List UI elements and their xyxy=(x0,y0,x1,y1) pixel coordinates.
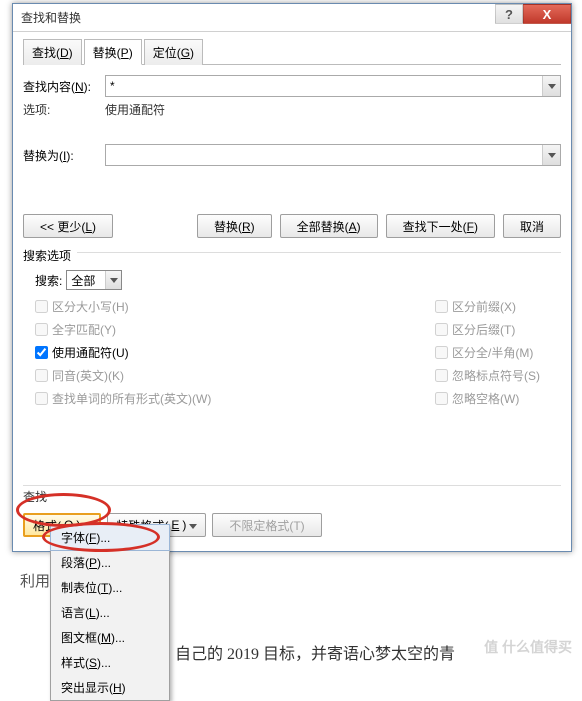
cb-fullwidth: 区分全/半角(M) xyxy=(435,344,540,361)
tabs: 查找(D) 替换(P) 定位(G) xyxy=(23,38,561,65)
menu-item-style[interactable]: 样式(S)... xyxy=(51,650,169,675)
background-text-line: 自己的 2019 目标，并寄语心梦太空的青 xyxy=(175,640,455,664)
search-direction-row: 搜索: 全部 xyxy=(35,270,561,290)
no-format-button: 不限定格式(T) xyxy=(212,513,321,537)
checkbox-col-left: 区分大小写(H) 全字匹配(Y) 使用通配符(U) 同音(英文)(K) 查找单词… xyxy=(35,298,435,407)
watermark: 值 什么值得买 xyxy=(484,637,572,657)
find-row: 查找内容(N): * xyxy=(23,75,561,97)
replace-dropdown-arrow[interactable] xyxy=(542,145,560,165)
cb-sounds-like: 同音(英文)(K) xyxy=(35,367,435,384)
tab-replace[interactable]: 替换(P) xyxy=(84,39,142,65)
chevron-down-icon xyxy=(189,518,197,532)
background-text-partial: 利用 xyxy=(20,570,50,591)
tab-find[interactable]: 查找(D) xyxy=(23,39,82,65)
cb-use-wildcards[interactable]: 使用通配符(U) xyxy=(35,344,435,361)
menu-item-paragraph[interactable]: 段落(P)... xyxy=(51,550,169,575)
cb-whole-word: 全字匹配(Y) xyxy=(35,321,435,338)
window-buttons: ? X xyxy=(495,4,571,31)
less-button[interactable]: << 更少(L) xyxy=(23,214,113,238)
cb-ignore-space: 忽略空格(W) xyxy=(435,390,540,407)
search-options-legend: 搜索选项 xyxy=(23,249,77,263)
search-direction-select[interactable]: 全部 xyxy=(66,270,122,290)
cancel-button[interactable]: 取消 xyxy=(503,214,561,238)
find-dropdown-arrow[interactable] xyxy=(542,76,560,96)
search-direction-label: 搜索: xyxy=(35,272,62,289)
find-input-combo[interactable]: * xyxy=(105,75,561,97)
menu-item-language[interactable]: 语言(L)... xyxy=(51,600,169,625)
options-label: 选项: xyxy=(23,101,105,118)
search-options-fieldset: 搜索选项 搜索: 全部 区分大小写(H) 全字匹配(Y) 使用通配符(U) 同音… xyxy=(23,252,561,415)
find-section-label: 查找 xyxy=(23,485,561,505)
options-value: 使用通配符 xyxy=(105,101,165,118)
chevron-down-icon[interactable] xyxy=(105,271,121,289)
checkbox-col-right: 区分前缀(X) 区分后缀(T) 区分全/半角(M) 忽略标点符号(S) 忽略空格… xyxy=(435,298,540,407)
find-input[interactable]: * xyxy=(106,79,542,93)
replace-row: 替换为(I): xyxy=(23,144,561,166)
cb-all-forms: 查找单词的所有形式(英文)(W) xyxy=(35,390,435,407)
close-button[interactable]: X xyxy=(523,4,571,24)
find-next-button[interactable]: 查找下一处(F) xyxy=(386,214,495,238)
replace-input-combo[interactable] xyxy=(105,144,561,166)
options-row: 选项: 使用通配符 xyxy=(23,101,561,118)
dialog-body: 查找(D) 替换(P) 定位(G) 查找内容(N): * 选项: 使用通配符 替… xyxy=(13,32,571,551)
dialog-title: 查找和替换 xyxy=(21,9,81,26)
replace-button[interactable]: 替换(R) xyxy=(197,214,272,238)
find-label: 查找内容(N): xyxy=(23,78,105,95)
checkbox-columns: 区分大小写(H) 全字匹配(Y) 使用通配符(U) 同音(英文)(K) 查找单词… xyxy=(35,298,561,407)
replace-label: 替换为(I): xyxy=(23,147,105,164)
tab-goto[interactable]: 定位(G) xyxy=(144,39,203,65)
replace-all-button[interactable]: 全部替换(A) xyxy=(280,214,378,238)
cb-ignore-punct: 忽略标点符号(S) xyxy=(435,367,540,384)
help-button[interactable]: ? xyxy=(495,4,523,24)
titlebar: 查找和替换 ? X xyxy=(13,4,571,32)
cb-match-case: 区分大小写(H) xyxy=(35,298,435,315)
cb-suffix: 区分后缀(T) xyxy=(435,321,540,338)
menu-item-font[interactable]: 字体(F)... xyxy=(51,525,169,550)
format-dropdown-menu: 字体(F)... 段落(P)... 制表位(T)... 语言(L)... 图文框… xyxy=(50,524,170,701)
cb-prefix: 区分前缀(X) xyxy=(435,298,540,315)
find-replace-dialog: 查找和替换 ? X 查找(D) 替换(P) 定位(G) 查找内容(N): * 选… xyxy=(12,3,572,552)
menu-item-frame[interactable]: 图文框(M)... xyxy=(51,625,169,650)
button-row: << 更少(L) 替换(R) 全部替换(A) 查找下一处(F) 取消 xyxy=(23,214,561,238)
menu-item-tabs[interactable]: 制表位(T)... xyxy=(51,575,169,600)
